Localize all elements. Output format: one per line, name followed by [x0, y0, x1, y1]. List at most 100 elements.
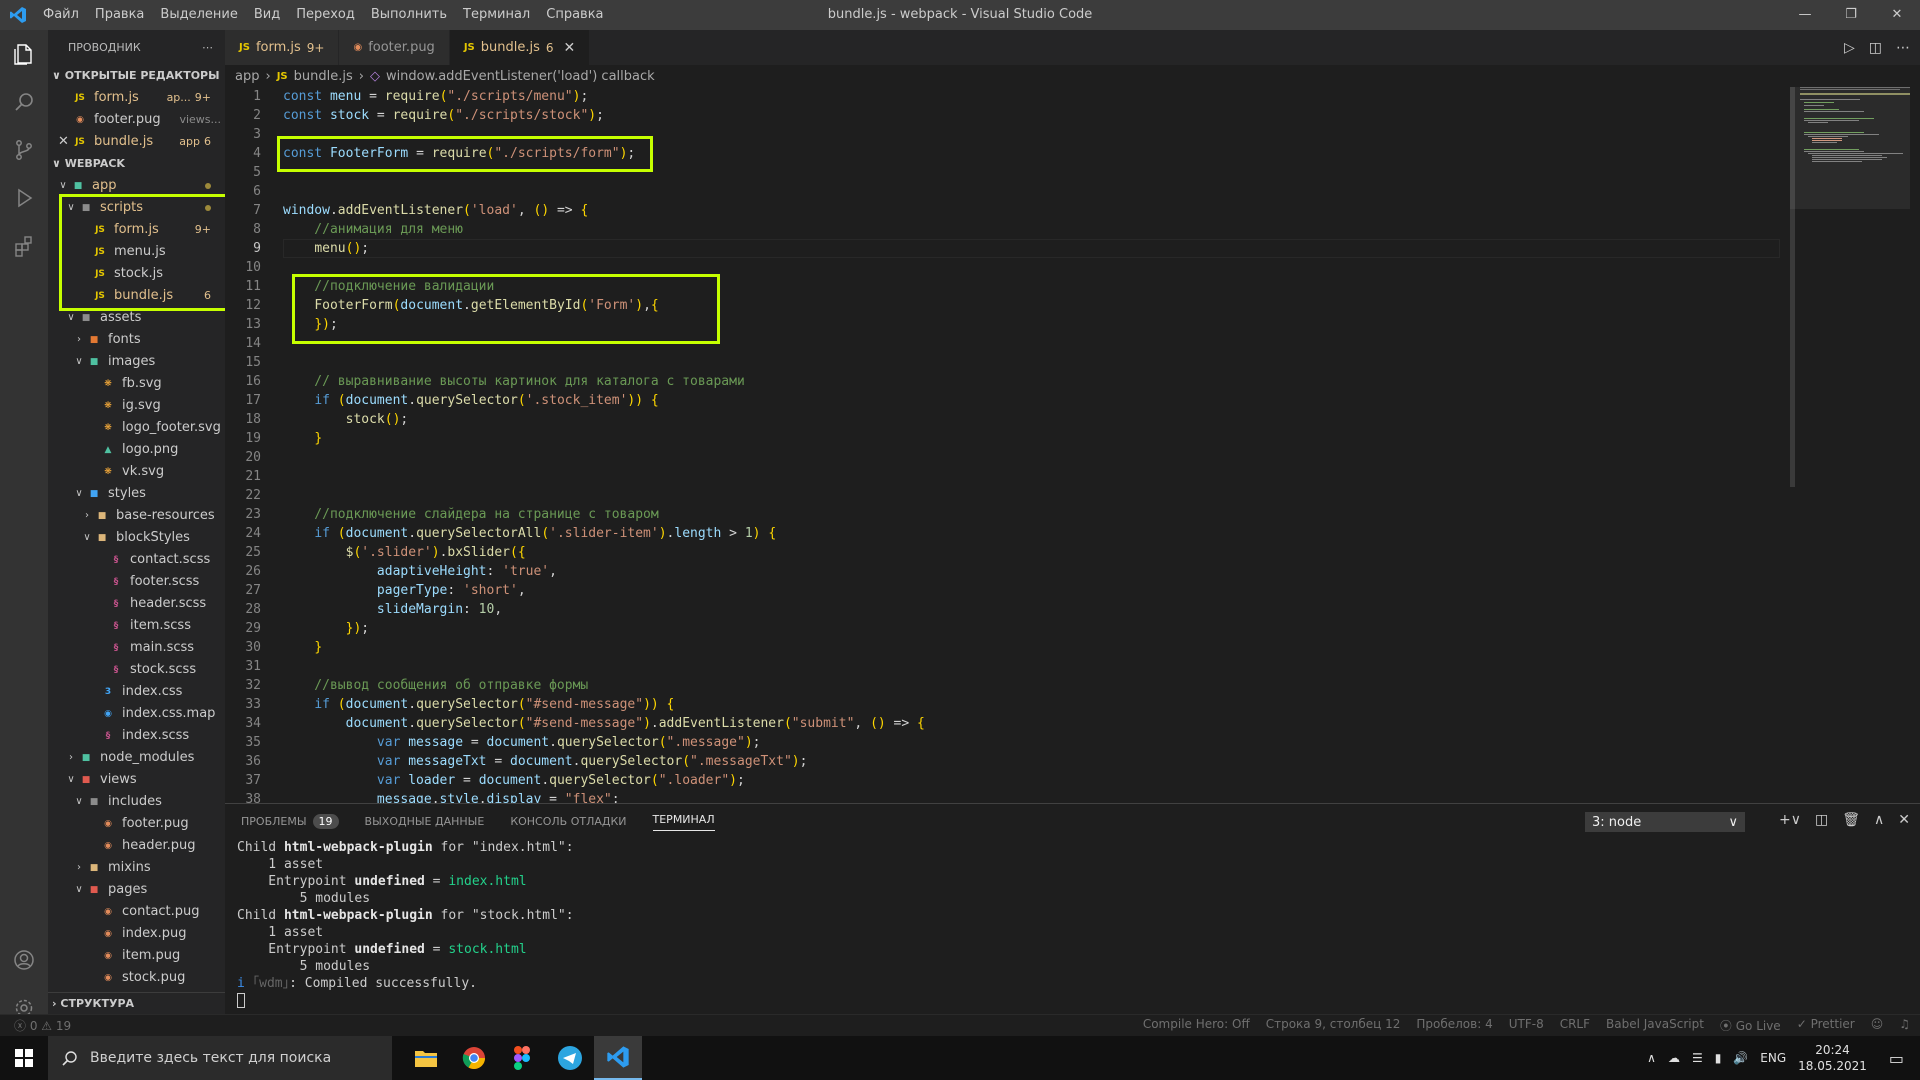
terminal-prompt[interactable]	[237, 992, 1920, 1009]
tree-folder-pages[interactable]: ∨ ■ pages	[48, 879, 225, 901]
tree-file-index-css[interactable]: 3 index.css	[48, 681, 225, 703]
tree-file-index-scss[interactable]: § index.scss	[48, 725, 225, 747]
new-terminal-icon[interactable]: +∨	[1779, 812, 1801, 828]
notifications-icon[interactable]: ♫	[1899, 1017, 1910, 1034]
tree-folder-mixins[interactable]: › ■ mixins	[48, 857, 225, 879]
tree-file-fb-svg[interactable]: ❋ fb.svg	[48, 373, 225, 395]
encoding-status[interactable]: UTF-8	[1509, 1017, 1544, 1034]
file-explorer-icon[interactable]	[402, 1036, 450, 1080]
menu-view[interactable]: Вид	[246, 0, 288, 30]
wifi-icon[interactable]: ☰	[1692, 1051, 1703, 1065]
outline-section[interactable]: › СТРУКТУРА	[48, 992, 225, 1014]
tab-output[interactable]: ВЫХОДНЫЕ ДАННЫЕ	[365, 815, 485, 828]
minimap[interactable]	[1790, 87, 1920, 803]
tree-file-item-scss[interactable]: § item.scss	[48, 615, 225, 637]
taskbar-search[interactable]: Введите здесь текст для поиска	[48, 1036, 392, 1080]
eol-status[interactable]: CRLF	[1560, 1017, 1590, 1034]
tree-folder-base-resources[interactable]: › ■ base-resources	[48, 505, 225, 527]
tree-file-footer-pug[interactable]: ◉ footer.pug	[48, 813, 225, 835]
compile-hero-status[interactable]: Compile Hero: Off	[1143, 1017, 1250, 1034]
tab-debug-console[interactable]: КОНСОЛЬ ОТЛАДКИ	[510, 815, 626, 828]
tree-file-header-scss[interactable]: § header.scss	[48, 593, 225, 615]
prettier-status[interactable]: ✓ Prettier	[1797, 1017, 1855, 1034]
chrome-icon[interactable]	[450, 1036, 498, 1080]
errors-status[interactable]: ⓧ 0 ⚠ 19	[14, 1017, 71, 1034]
tab-bundle-js[interactable]: JS bundle.js 6 ✕	[449, 30, 591, 65]
breadcrumb-symbol[interactable]: window.addEventListener('load') callback	[386, 69, 655, 84]
maximize-panel-icon[interactable]: ∧	[1874, 812, 1884, 828]
tree-folder-includes[interactable]: ∨ ■ includes	[48, 791, 225, 813]
close-tab-icon[interactable]: ✕	[564, 40, 576, 56]
tree-file-index-css-map[interactable]: ◉ index.css.map	[48, 703, 225, 725]
close-window-icon[interactable]: ✕	[1874, 0, 1920, 30]
terminal-output[interactable]: Child html-webpack-plugin for "index.htm…	[225, 839, 1920, 1009]
tree-file-vk-svg[interactable]: ❋ vk.svg	[48, 461, 225, 483]
close-editor-icon[interactable]: ✕	[58, 131, 72, 153]
open-editor-bundle-js[interactable]: ✕ JS bundle.js app 6	[48, 131, 225, 153]
menu-selection[interactable]: Выделение	[152, 0, 245, 30]
accounts-icon[interactable]	[0, 936, 48, 984]
tree-file-stock-scss[interactable]: § stock.scss	[48, 659, 225, 681]
battery-icon[interactable]: ▮	[1715, 1051, 1722, 1065]
close-panel-icon[interactable]: ✕	[1898, 812, 1910, 828]
menu-run[interactable]: Выполнить	[363, 0, 455, 30]
open-editors-section[interactable]: ∨ ОТКРЫТЫЕ РЕДАКТОРЫ	[48, 65, 225, 87]
tree-file-footer-scss[interactable]: § footer.scss	[48, 571, 225, 593]
extensions-icon[interactable]	[0, 222, 48, 270]
tab-problems[interactable]: ПРОБЛЕМЫ 19	[241, 814, 339, 829]
tree-file-logo-footer-svg[interactable]: ❋ logo_footer.svg	[48, 417, 225, 439]
trash-icon[interactable]: 🗑	[1842, 812, 1860, 828]
tree-file-logo-png[interactable]: ▲ logo.png	[48, 439, 225, 461]
menu-go[interactable]: Переход	[288, 0, 363, 30]
terminal-select[interactable]: 3: node ∨	[1585, 812, 1745, 832]
menu-terminal[interactable]: Терминал	[455, 0, 538, 30]
minimize-icon[interactable]: —	[1782, 0, 1828, 30]
tree-file-stock-pug[interactable]: ◉ stock.pug	[48, 967, 225, 989]
tree-file-main-scss[interactable]: § main.scss	[48, 637, 225, 659]
volume-icon[interactable]: 🔊	[1733, 1051, 1748, 1065]
feedback-icon[interactable]: ☺	[1871, 1017, 1884, 1034]
onedrive-icon[interactable]: ☁	[1668, 1051, 1680, 1065]
tree-folder-fonts[interactable]: › ■ fonts	[48, 329, 225, 351]
tab-form-js[interactable]: JS form.js 9+	[225, 30, 340, 65]
notification-center-icon[interactable]: ▭	[1889, 1049, 1904, 1068]
tree-file-index-pug[interactable]: ◉ index.pug	[48, 923, 225, 945]
language-status[interactable]: Babel JavaScript	[1606, 1017, 1704, 1034]
more-actions-icon[interactable]: ⋯	[202, 41, 213, 54]
breadcrumb-app[interactable]: app	[235, 69, 259, 84]
search-icon[interactable]	[0, 78, 48, 126]
vscode-taskbar-icon[interactable]	[594, 1036, 642, 1080]
tree-folder-styles[interactable]: ∨ ■ styles	[48, 483, 225, 505]
tree-file-contact-pug[interactable]: ◉ contact.pug	[48, 901, 225, 923]
code-editor[interactable]: 1 const menu = require("./scripts/menu");…	[225, 87, 1790, 803]
go-live-status[interactable]: ⦿ Go Live	[1720, 1017, 1781, 1034]
tree-folder-views[interactable]: ∨ ■ views	[48, 769, 225, 791]
breadcrumb-file[interactable]: bundle.js	[294, 69, 353, 84]
tree-folder-node-modules[interactable]: › ■ node_modules	[48, 747, 225, 769]
restore-icon[interactable]: ❐	[1828, 0, 1874, 30]
tree-folder-images[interactable]: ∨ ■ images	[48, 351, 225, 373]
indentation-status[interactable]: Пробелов: 4	[1416, 1017, 1492, 1034]
run-file-icon[interactable]: ▷	[1844, 40, 1855, 56]
tree-folder-blockstyles[interactable]: ∨ ■ blockStyles	[48, 527, 225, 549]
split-terminal-icon[interactable]: ◫	[1815, 812, 1828, 828]
show-hidden-icons-icon[interactable]: ∧	[1647, 1051, 1656, 1065]
tree-file-ig-svg[interactable]: ❋ ig.svg	[48, 395, 225, 417]
split-editor-icon[interactable]: ◫	[1869, 40, 1882, 56]
source-control-icon[interactable]	[0, 126, 48, 174]
tree-file-header-pug[interactable]: ◉ header.pug	[48, 835, 225, 857]
open-editor-form-js[interactable]: JS form.js ap... 9+	[48, 87, 225, 109]
workspace-section[interactable]: ∨ WEBPACK	[48, 153, 225, 175]
tab-terminal[interactable]: ТЕРМИНАЛ	[652, 813, 715, 831]
tab-footer-pug[interactable]: ◉ footer.pug	[339, 30, 450, 65]
menu-help[interactable]: Справка	[538, 0, 611, 30]
language-indicator[interactable]: ENG	[1760, 1051, 1786, 1065]
menu-edit[interactable]: Правка	[87, 0, 152, 30]
tree-file-contact-scss[interactable]: § contact.scss	[48, 549, 225, 571]
tree-file-item-pug[interactable]: ◉ item.pug	[48, 945, 225, 967]
cursor-position-status[interactable]: Строка 9, столбец 12	[1266, 1017, 1401, 1034]
figma-icon[interactable]	[498, 1036, 546, 1080]
clock[interactable]: 20:24 18.05.2021	[1798, 1042, 1867, 1074]
telegram-icon[interactable]	[546, 1036, 594, 1080]
windows-start-icon[interactable]	[0, 1036, 48, 1080]
